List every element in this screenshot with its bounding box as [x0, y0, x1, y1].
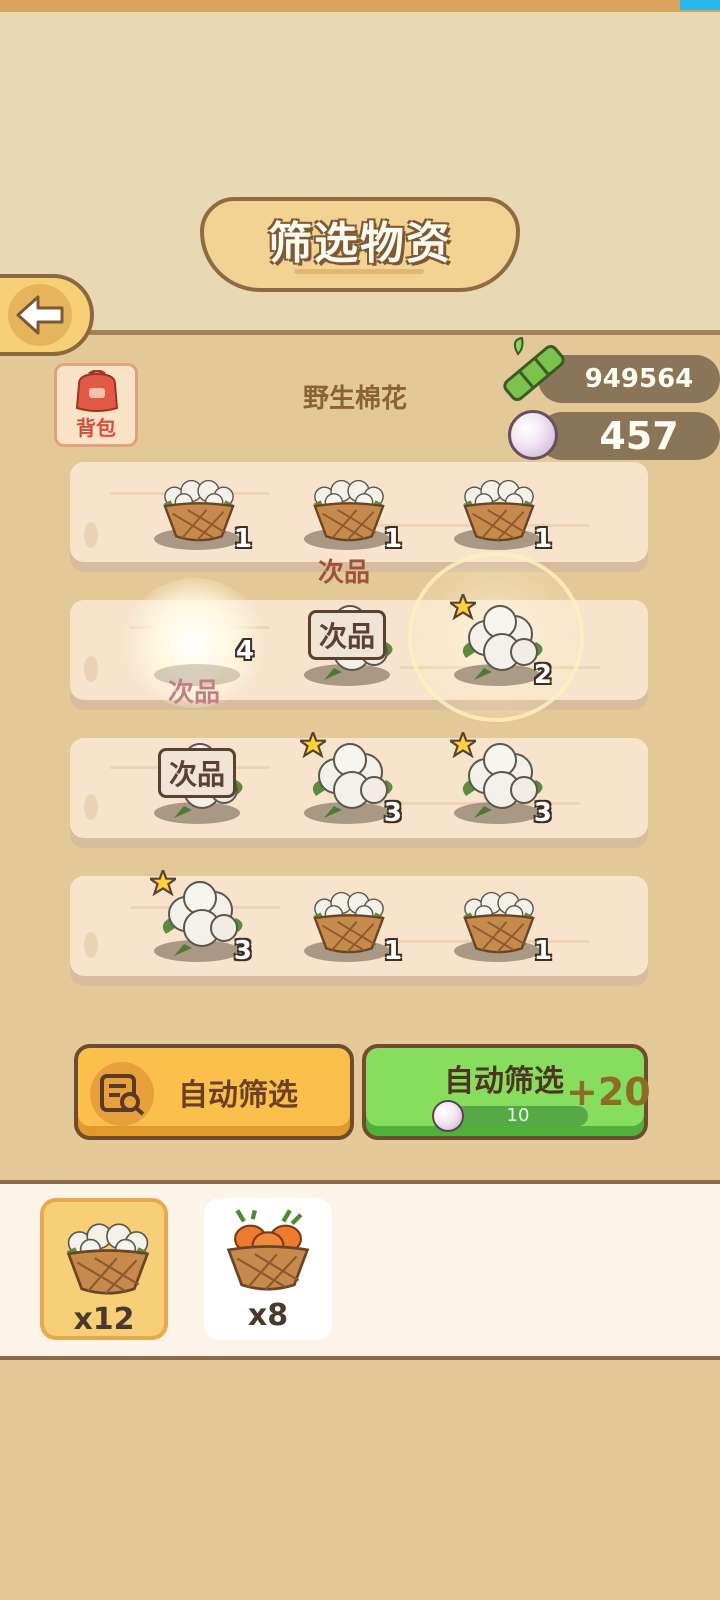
inventory-item-carrot[interactable]: x8 — [204, 1198, 332, 1340]
item-count: 3 — [383, 798, 402, 828]
pearl-value: 457 — [599, 414, 679, 458]
material-name: 野生棉花 — [302, 384, 407, 414]
top-strip — [0, 0, 720, 12]
slot-r3-c2[interactable]: 3 — [296, 722, 406, 832]
slot-r3-c3[interactable]: 3 — [446, 722, 556, 832]
star-icon — [300, 732, 326, 757]
item-count: 4 — [235, 636, 254, 666]
item-count: 1 — [383, 524, 402, 554]
inventory-count: x8 — [247, 1298, 289, 1333]
back-circle — [8, 284, 72, 346]
defective-tag: 次品 — [158, 748, 237, 798]
auto-filter-icon-bg — [90, 1062, 154, 1126]
item-count: 1 — [533, 936, 552, 966]
arrow-left-icon — [16, 295, 64, 335]
cotton-basket-icon — [311, 891, 385, 954]
title-underline — [294, 269, 424, 274]
pearl-icon — [432, 1100, 464, 1132]
bonus-value: +20 — [566, 1070, 651, 1114]
back-button[interactable] — [0, 274, 94, 356]
upper-background — [0, 12, 720, 342]
item-count: 3 — [533, 798, 552, 828]
slot-r4-c3[interactable]: 1 — [446, 860, 556, 970]
backpack-icon — [75, 370, 119, 412]
star-icon — [450, 594, 476, 619]
cotton-basket-icon — [65, 1222, 149, 1295]
carrot-basket-icon — [226, 1209, 310, 1291]
top-deco — [680, 0, 720, 10]
cotton-basket-icon — [461, 891, 535, 954]
auto-filter-paid-label: 自动筛选 — [444, 1064, 564, 1099]
slot-r4-c2[interactable]: 1 — [296, 860, 406, 970]
item-count: 1 — [533, 524, 552, 554]
inventory-count: x12 — [73, 1302, 135, 1337]
defective-tag: 次品 — [308, 610, 387, 660]
page-title: 筛选物资 — [268, 218, 452, 269]
cotton-basket-icon — [161, 479, 235, 542]
slot-r2-c3[interactable]: 2 — [446, 584, 556, 694]
cotton-basket-icon — [311, 479, 385, 542]
star-icon — [450, 732, 476, 757]
backpack-label: 背包 — [76, 416, 116, 440]
cotton-basket-icon — [461, 479, 535, 542]
slot-r4-c1[interactable]: 3 — [146, 860, 256, 970]
item-count: 3 — [233, 936, 252, 966]
auto-filter-button[interactable]: 自动筛选 — [74, 1044, 354, 1140]
defective-floating-label: 次品 — [168, 678, 221, 708]
auto-filter-label: 自动筛选 — [178, 1078, 298, 1113]
backpack-button[interactable]: 背包 — [54, 363, 138, 447]
bamboo-icon — [503, 336, 565, 402]
search-list-icon — [100, 1074, 145, 1116]
slot-r1-c1[interactable]: 1 — [146, 448, 256, 558]
item-count: 2 — [533, 660, 552, 690]
pearl-currency: 457 — [538, 412, 720, 460]
star-icon — [150, 870, 176, 895]
slot-r3-c1[interactable]: 次品 — [146, 722, 256, 832]
inventory-tray: x12 x8 — [0, 1180, 720, 1360]
inventory-item-cotton[interactable]: x12 — [40, 1198, 168, 1340]
item-count: 1 — [233, 524, 252, 554]
item-count: 1 — [383, 936, 402, 966]
title-banner: 筛选物资 — [200, 197, 520, 292]
slot-r1-c2[interactable]: 1 — [296, 448, 406, 558]
slot-r1-c3[interactable]: 1 — [446, 448, 556, 558]
auto-filter-paid-button[interactable]: 自动筛选 10 +20 — [362, 1044, 651, 1140]
slot-r2-c2[interactable]: 次品 — [296, 584, 406, 694]
